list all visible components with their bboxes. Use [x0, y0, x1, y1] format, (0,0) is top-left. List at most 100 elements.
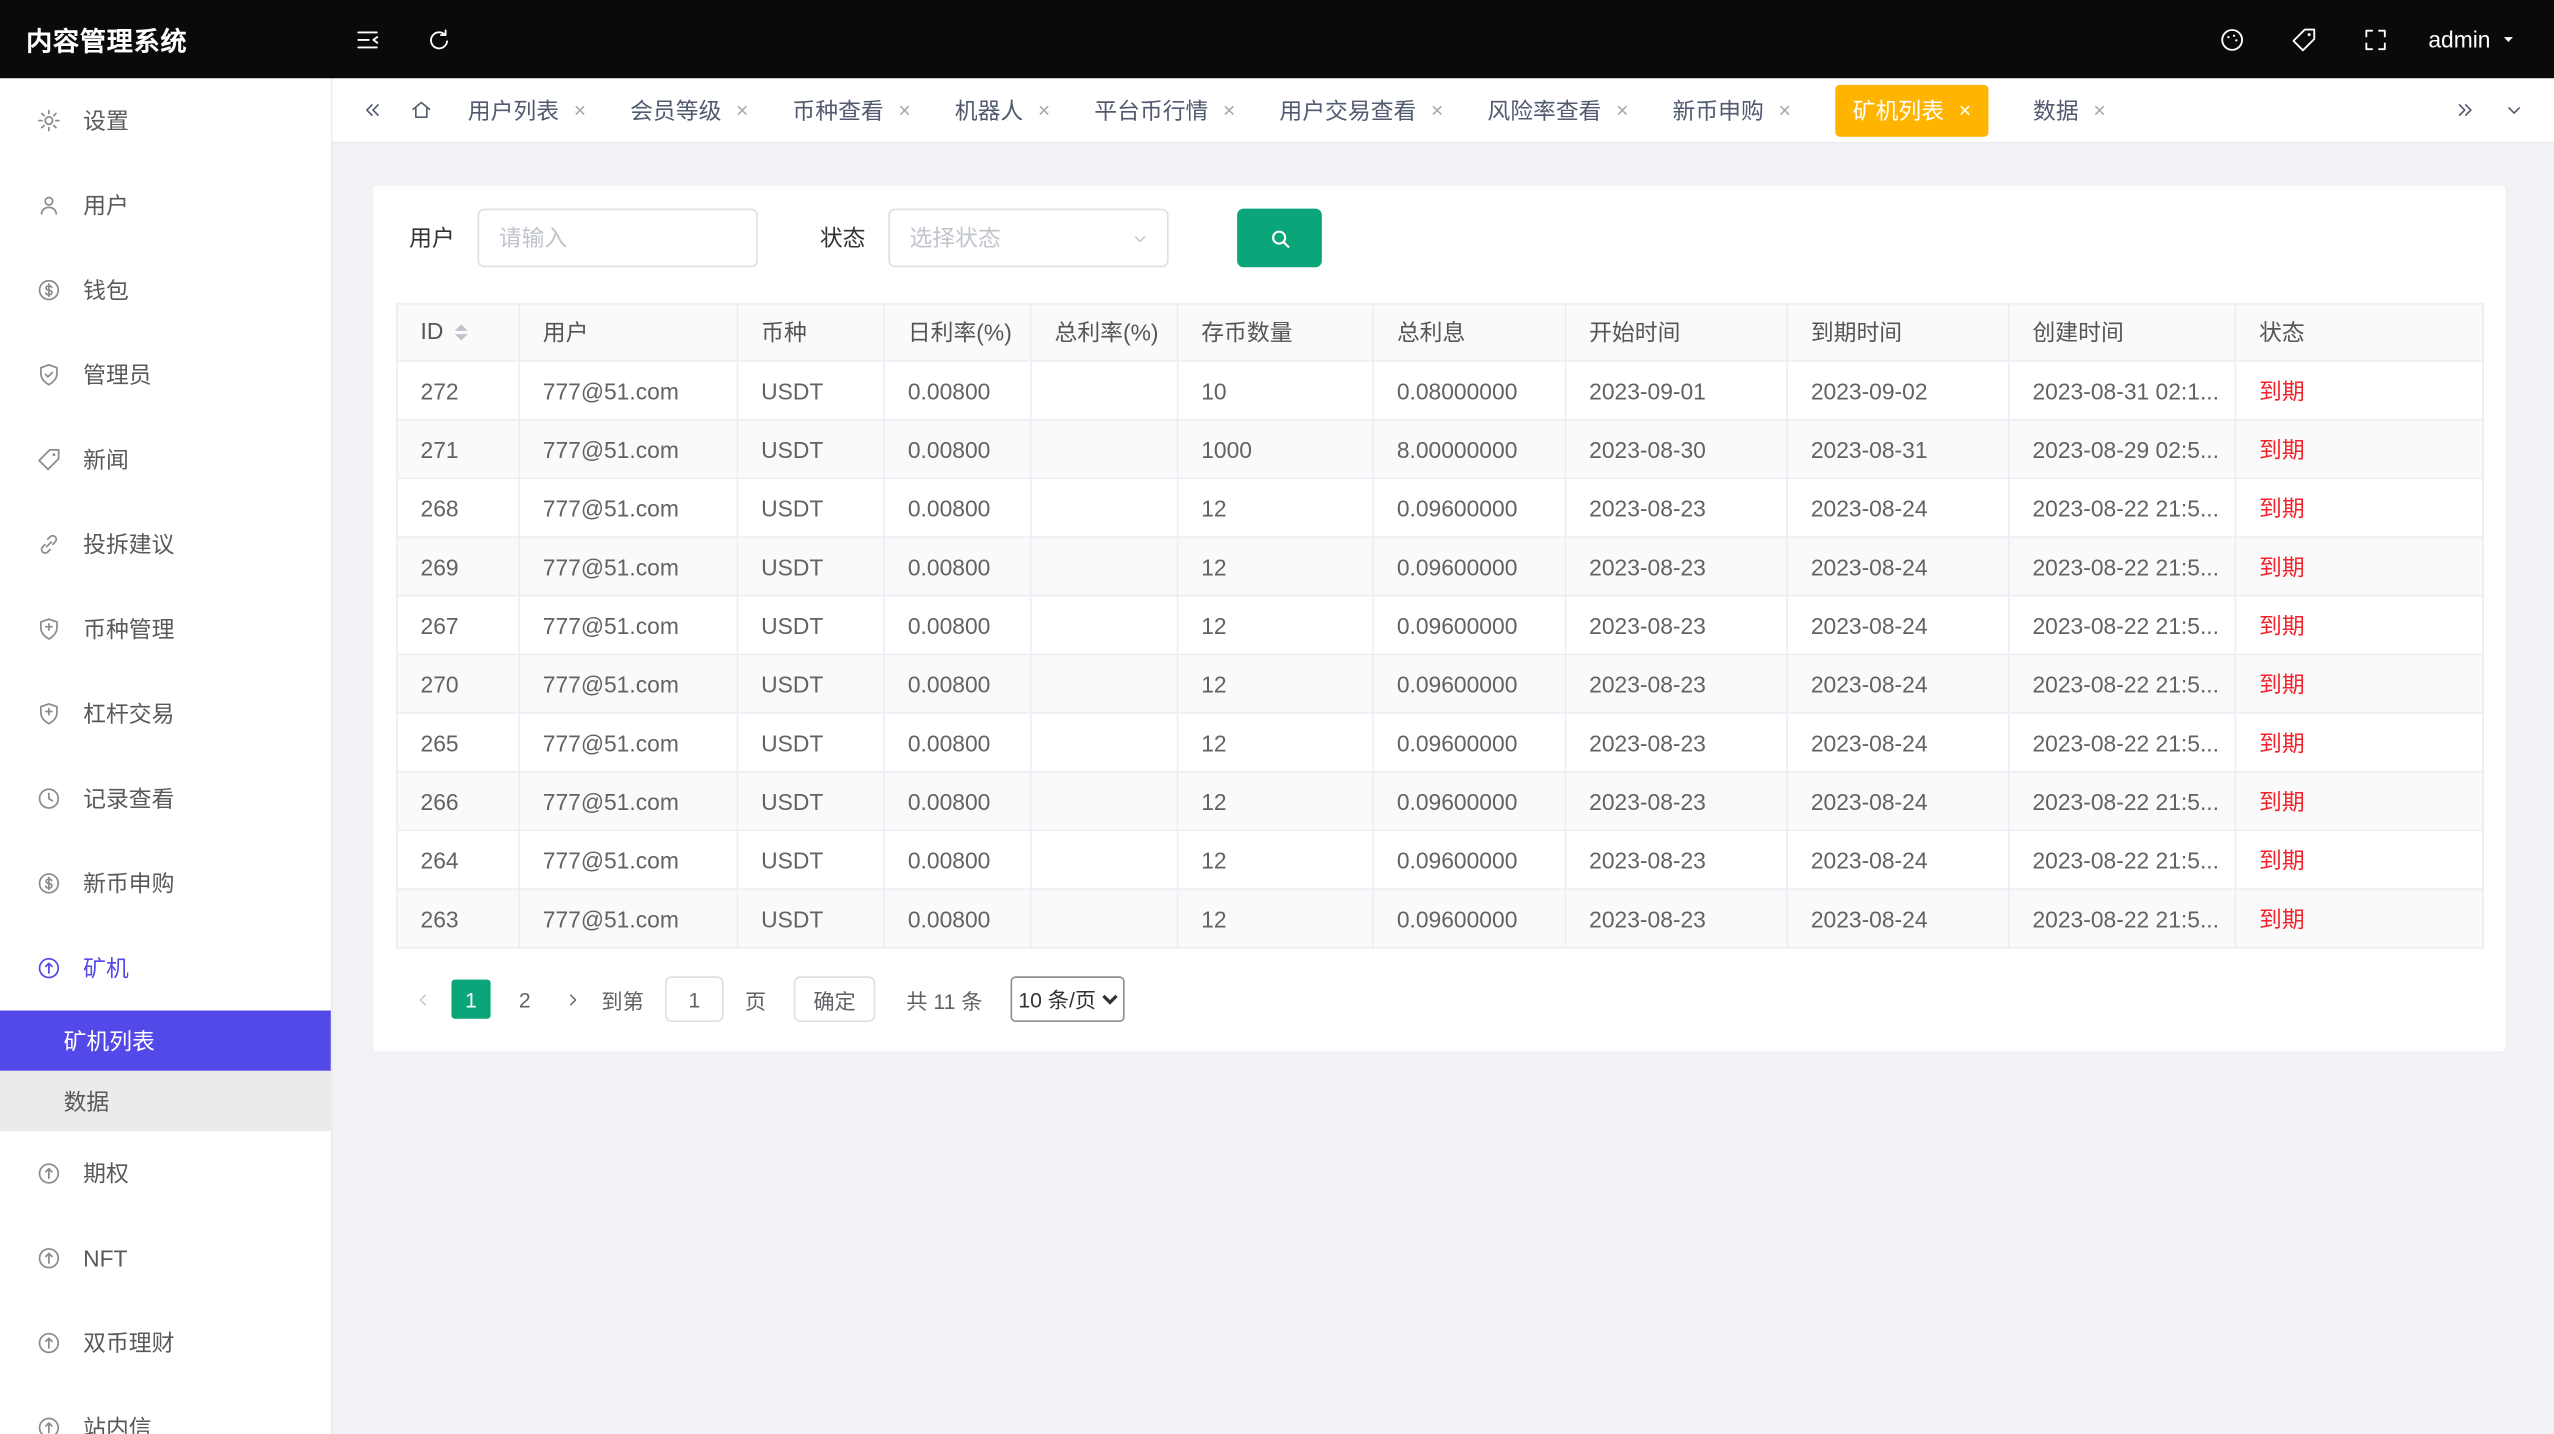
tab-user-trade-view[interactable]: 用户交易查看 ×	[1279, 94, 1443, 127]
close-icon[interactable]: ×	[1223, 99, 1235, 120]
page-button-1[interactable]: 1	[451, 980, 490, 1019]
status-filter-select[interactable]: 选择状态	[888, 209, 1168, 268]
sidebar-item-wallet[interactable]: 钱包	[0, 248, 331, 333]
sidebar-item-records[interactable]: 记录查看	[0, 756, 331, 841]
sidebar-item-feedback[interactable]: 投拆建议	[0, 502, 331, 587]
column-header-id[interactable]: ID	[397, 304, 519, 361]
sidebar-item-leverage-trade[interactable]: 杠杆交易	[0, 672, 331, 757]
page-size-select[interactable]: 10 条/页	[1010, 976, 1124, 1022]
cell-coin: USDT	[738, 361, 885, 420]
fullscreen-icon[interactable]	[2340, 0, 2412, 78]
column-header-coin: 币种	[738, 304, 885, 361]
tab-data[interactable]: 数据 ×	[2033, 94, 2106, 127]
cell-daily-rate: 0.00800	[884, 361, 1031, 420]
close-icon[interactable]: ×	[2093, 99, 2105, 120]
collapse-menu-icon[interactable]	[331, 0, 403, 78]
sidebar-item-label: NFT	[83, 1245, 127, 1271]
sidebar-subitem-miner-list[interactable]: 矿机列表	[0, 1011, 331, 1071]
cell-status: 到期	[2235, 537, 2483, 596]
status-select-placeholder: 选择状态	[909, 222, 1000, 255]
column-header-amount: 存币数量	[1178, 304, 1374, 361]
sidebar-item-options[interactable]: 期权	[0, 1131, 331, 1216]
tag-icon[interactable]	[2269, 0, 2341, 78]
circle-arrow-icon	[36, 1415, 62, 1434]
cell-total-interest: 0.09600000	[1373, 537, 1565, 596]
search-icon	[1266, 224, 1294, 252]
tab-label: 币种查看	[792, 94, 883, 127]
sidebar-subitem-miner-data[interactable]: 数据	[0, 1071, 331, 1131]
tab-risk-rate-view[interactable]: 风险率查看×	[1487, 94, 1628, 127]
sidebar-item-miner[interactable]: 矿机	[0, 926, 331, 1011]
cell-expire-time: 2023-09-02	[1787, 361, 2009, 420]
tab-robot[interactable]: 机器人 ×	[955, 94, 1051, 127]
tab-coin-view[interactable]: 币种查看 ×	[792, 94, 910, 127]
close-icon[interactable]: ×	[574, 99, 586, 120]
close-icon[interactable]: ×	[1959, 99, 1971, 120]
sidebar-item-site-mail[interactable]: 站内信	[0, 1385, 331, 1434]
column-header-daily-rate: 日利率(%)	[884, 304, 1031, 361]
username: admin	[2428, 26, 2490, 52]
sidebar: 设置用户钱包管理员新闻投拆建议币种管理杠杆交易记录查看新币申购矿机矿机列表数据期…	[0, 78, 332, 1434]
close-icon[interactable]: ×	[1038, 99, 1050, 120]
user-menu[interactable]: admin	[2412, 26, 2554, 52]
tabs-menu-icon[interactable]	[2489, 77, 2538, 142]
cell-coin: USDT	[738, 654, 885, 713]
cell-id: 270	[397, 654, 519, 713]
cell-start-time: 2023-08-23	[1566, 596, 1788, 655]
search-button[interactable]	[1237, 209, 1322, 268]
cell-start-time: 2023-08-23	[1566, 713, 1788, 772]
table-header: ID用户币种日利率(%)总利率(%)存币数量总利息开始时间到期时间创建时间状态	[397, 304, 2483, 361]
cell-user: 777@51.com	[519, 772, 737, 831]
theme-icon[interactable]	[2197, 0, 2269, 78]
close-icon[interactable]: ×	[1778, 99, 1790, 120]
cell-amount: 12	[1178, 713, 1374, 772]
sort-icons[interactable]	[455, 318, 468, 347]
tab-label: 矿机列表	[1853, 94, 1944, 127]
cell-start-time: 2023-08-23	[1566, 537, 1788, 596]
user-icon	[36, 192, 62, 218]
sidebar-item-admins[interactable]: 管理员	[0, 332, 331, 417]
tab-new-coin-subscribe[interactable]: 新币申购×	[1673, 94, 1791, 127]
page-button-2[interactable]: 2	[505, 980, 544, 1019]
cell-status: 到期	[2235, 654, 2483, 713]
tabs-scroll-left-icon[interactable]	[347, 77, 396, 142]
tab-label: 机器人	[955, 94, 1023, 127]
goto-page-input[interactable]	[665, 976, 724, 1022]
home-icon[interactable]	[396, 77, 445, 142]
sidebar-item-coin-manage[interactable]: 币种管理	[0, 587, 331, 672]
sidebar-item-label: 用户	[83, 189, 129, 222]
close-icon[interactable]: ×	[1431, 99, 1443, 120]
table-row: 267777@51.comUSDT0.00800120.096000002023…	[397, 596, 2483, 655]
cell-start-time: 2023-08-23	[1566, 830, 1788, 889]
close-icon[interactable]: ×	[898, 99, 910, 120]
tab-miner-list[interactable]: 矿机列表 ×	[1835, 84, 1989, 136]
cell-total-rate	[1031, 478, 1178, 537]
circle-arrow-icon	[36, 1245, 62, 1271]
refresh-icon[interactable]	[403, 0, 475, 78]
close-icon[interactable]: ×	[736, 99, 748, 120]
tab-label: 用户交易查看	[1279, 94, 1416, 127]
sidebar-item-news[interactable]: 新闻	[0, 417, 331, 502]
tab-platform-market[interactable]: 平台币行情×	[1094, 94, 1235, 127]
tabs-scroll-right-icon[interactable]	[2440, 77, 2489, 142]
table-body: 272777@51.comUSDT0.00800100.080000002023…	[397, 361, 2483, 948]
prev-page-icon[interactable]	[409, 989, 437, 1010]
sidebar-item-settings[interactable]: 设置	[0, 78, 331, 163]
total-count-label: 共 11 条	[906, 984, 982, 1015]
next-page-icon[interactable]	[559, 989, 587, 1010]
sidebar-item-label: 杠杆交易	[83, 698, 174, 731]
sidebar-item-new-coin-subscribe[interactable]: 新币申购	[0, 841, 331, 926]
tab-label: 数据	[2033, 94, 2079, 127]
sidebar-item-nft[interactable]: NFT	[0, 1216, 331, 1301]
user-filter-input[interactable]	[478, 209, 758, 268]
cell-amount: 12	[1178, 478, 1374, 537]
sidebar-item-users[interactable]: 用户	[0, 163, 331, 248]
tab-user-list[interactable]: 用户列表×	[468, 94, 586, 127]
confirm-button[interactable]: 确定	[794, 976, 876, 1022]
cell-user: 777@51.com	[519, 596, 737, 655]
sidebar-item-dual-finance[interactable]: 双币理财	[0, 1301, 331, 1386]
close-icon[interactable]: ×	[1616, 99, 1628, 120]
cell-total-rate	[1031, 830, 1178, 889]
filter-bar: 用户 状态 选择状态	[396, 205, 2482, 303]
tab-member-level[interactable]: 会员等级×	[630, 94, 748, 127]
